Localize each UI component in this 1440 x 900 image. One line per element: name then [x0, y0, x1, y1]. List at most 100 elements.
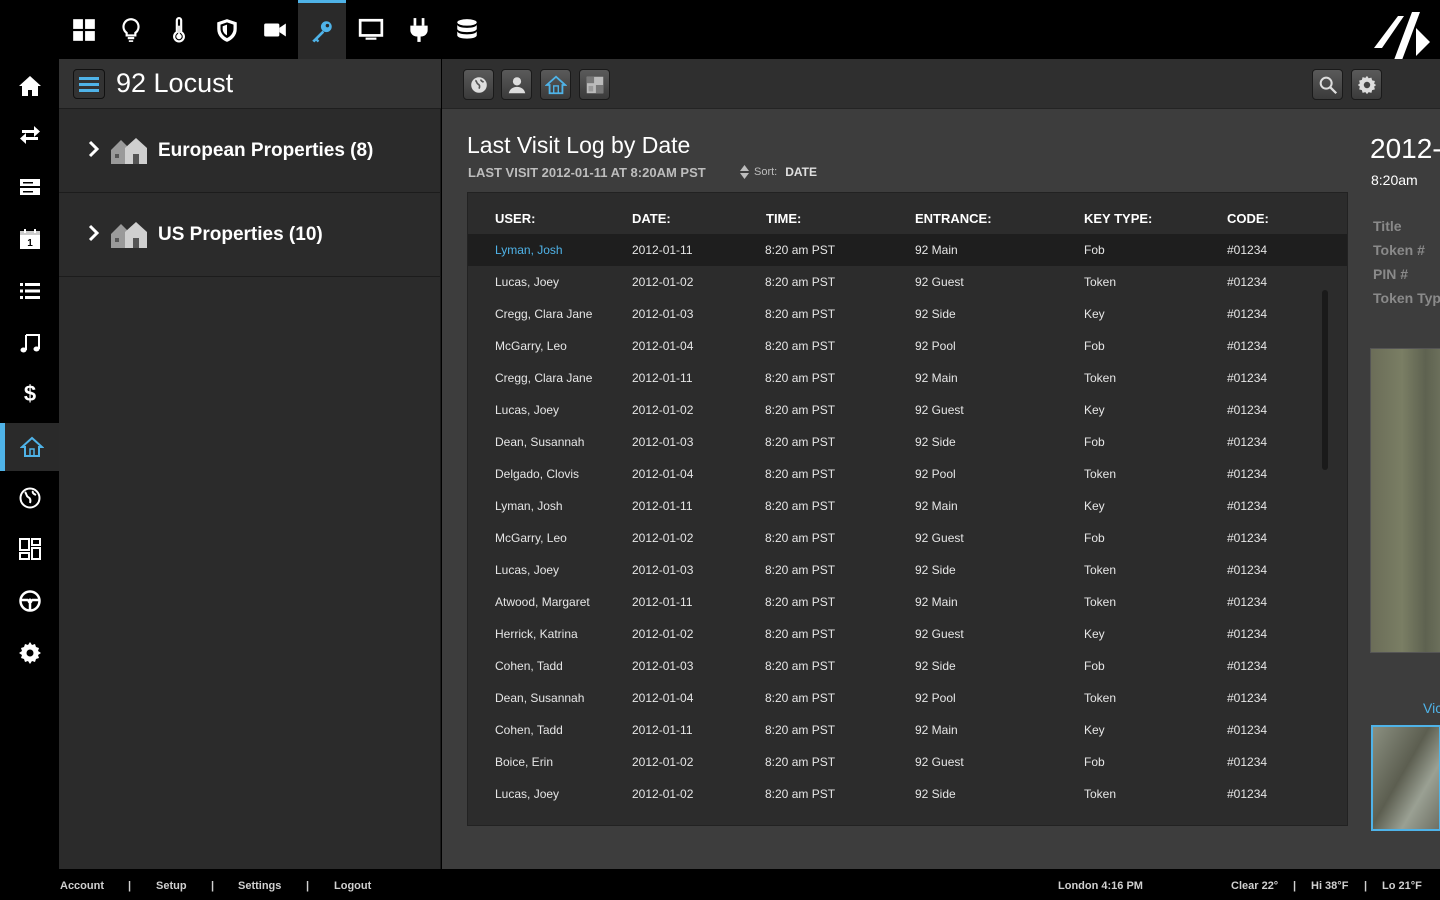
dashboard-icon[interactable] [60, 0, 108, 59]
list-icon[interactable] [0, 267, 59, 315]
sort-value[interactable]: DATE [785, 165, 817, 179]
table-row[interactable]: Boice, Erin 2012-01-02 8:20 am PST 92 Guest… [468, 746, 1347, 778]
cell-user[interactable]: Herrick, Katrina [495, 627, 578, 641]
footer-separator: | [128, 880, 132, 892]
table-row[interactable]: McGarry, Leo 2012-01-02 8:20 am PST 92 Gues… [468, 522, 1347, 554]
cell-code: #01234 [1227, 499, 1268, 513]
search-button[interactable] [1312, 69, 1343, 100]
monitor-icon[interactable] [347, 0, 395, 59]
table-row[interactable]: Lucas, Joey 2012-01-03 8:20 am PST 92 Side T… [468, 554, 1347, 586]
cell-user[interactable]: Lucas, Joey [495, 563, 559, 577]
widgets-icon[interactable] [0, 525, 59, 573]
cell-user[interactable]: Lucas, Joey [495, 403, 559, 417]
footer-link-logout[interactable]: Logout [334, 880, 371, 892]
column-header-key-type[interactable]: KEY TYPE: [1084, 211, 1152, 226]
photo-thumbnail[interactable] [1371, 725, 1440, 831]
cell-time: 8:20 am PST [765, 243, 836, 257]
cell-entrance: 92 Side [915, 659, 956, 673]
cell-entrance: 92 Main [915, 499, 958, 513]
settings-button[interactable] [1351, 69, 1382, 100]
calendar-icon[interactable]: 1 [0, 215, 59, 263]
cell-entrance: 92 Pool [915, 467, 956, 481]
table-row[interactable]: Delgado, Clovis 2012-01-04 8:20 am PST 92 P… [468, 458, 1347, 490]
houses-icon [111, 222, 147, 248]
globe-icon[interactable] [0, 474, 59, 522]
cell-user[interactable]: Cohen, Tadd [495, 659, 563, 673]
cell-user[interactable]: Lucas, Joey [495, 787, 559, 801]
table-row[interactable]: Lyman, Josh 2012-01-11 8:20 am PST 92 Main K… [468, 490, 1347, 522]
globe-button[interactable] [463, 69, 494, 100]
cell-user[interactable]: Cregg, Clara Jane [495, 371, 592, 385]
table-row[interactable]: Lyman, Josh 2012-01-11 8:20 am PST 92 Main F… [468, 234, 1347, 266]
steering-wheel-icon[interactable] [0, 577, 59, 625]
cell-user[interactable]: Atwood, Margaret [495, 595, 590, 609]
sort-arrows-icon [740, 165, 749, 179]
home-button[interactable] [540, 69, 571, 100]
database-icon[interactable] [443, 0, 491, 59]
table-row[interactable]: Cohen, Tadd 2012-01-11 8:20 am PST 92 Main K… [468, 714, 1347, 746]
cell-user[interactable]: Dean, Susannah [495, 691, 584, 705]
home-icon[interactable] [0, 62, 59, 110]
footer-link-account[interactable]: Account [60, 880, 104, 892]
cell-entrance: 92 Side [915, 563, 956, 577]
cell-user[interactable]: Lucas, Joey [495, 275, 559, 289]
column-header-code[interactable]: CODE: [1227, 211, 1269, 226]
footer-link-setup[interactable]: Setup [156, 880, 187, 892]
cell-key-type: Key [1084, 723, 1105, 737]
music-icon[interactable] [0, 319, 59, 367]
chevron-right-icon[interactable] [87, 139, 101, 159]
table-row[interactable]: McGarry, Leo 2012-01-04 8:20 am PST 92 Pool… [468, 330, 1347, 362]
table-row[interactable]: Atwood, Margaret 2012-01-11 8:20 am PST 92 … [468, 586, 1347, 618]
table-row[interactable]: Cregg, Clara Jane 2012-01-03 8:20 am PST 92… [468, 298, 1347, 330]
cell-user[interactable]: Delgado, Clovis [495, 467, 579, 481]
lightbulb-icon[interactable] [107, 0, 155, 59]
shield-icon[interactable] [203, 0, 251, 59]
table-row[interactable]: Cohen, Tadd 2012-01-03 8:20 am PST 92 Side F… [468, 650, 1347, 682]
cell-user[interactable]: McGarry, Leo [495, 339, 567, 353]
cell-user[interactable]: Lyman, Josh [495, 499, 563, 513]
plug-icon[interactable] [395, 0, 443, 59]
property-group-label: US Properties (10) [158, 224, 323, 245]
table-row[interactable]: Lucas, Joey 2012-01-02 8:20 am PST 92 Guest… [468, 266, 1347, 298]
house-outline-icon[interactable] [0, 423, 59, 471]
chevron-right-icon[interactable] [87, 223, 101, 243]
menu-button[interactable] [73, 69, 105, 99]
cell-user[interactable]: Cohen, Tadd [495, 723, 563, 737]
visitor-photo [1370, 348, 1440, 653]
cell-code: #01234 [1227, 563, 1268, 577]
view-link[interactable]: Vic [1423, 700, 1440, 716]
sort-control[interactable]: Sort: DATE [740, 165, 817, 179]
cell-entrance: 92 Guest [915, 403, 964, 417]
table-scrollbar[interactable] [1322, 290, 1328, 470]
property-group-european[interactable]: European Properties (8) [59, 109, 441, 193]
cell-date: 2012-01-02 [632, 403, 694, 417]
cell-user[interactable]: McGarry, Leo [495, 531, 567, 545]
gear-icon[interactable] [0, 629, 59, 677]
floorplan-button[interactable] [579, 69, 610, 100]
footer-link-settings[interactable]: Settings [238, 880, 281, 892]
cell-user[interactable]: Cregg, Clara Jane [495, 307, 592, 321]
table-row[interactable]: Dean, Susannah 2012-01-03 8:20 am PST 92 Si… [468, 426, 1347, 458]
video-camera-icon[interactable] [251, 0, 299, 59]
key-icon[interactable] [298, 0, 346, 59]
server-icon[interactable] [0, 163, 59, 211]
thermometer-icon[interactable] [155, 0, 203, 59]
cell-user[interactable]: Lyman, Josh [495, 243, 563, 257]
app-window: 1 $ 92 Locust European Properties (8) US… [0, 0, 1440, 900]
column-header-time[interactable]: TIME: [766, 211, 801, 226]
table-row[interactable]: Lucas, Joey 2012-01-02 8:20 am PST 92 Side T… [468, 778, 1347, 810]
column-header-date[interactable]: DATE: [632, 211, 671, 226]
property-group-us[interactable]: US Properties (10) [59, 193, 441, 277]
column-header-user[interactable]: USER: [495, 211, 535, 226]
cell-code: #01234 [1227, 307, 1268, 321]
cell-user[interactable]: Dean, Susannah [495, 435, 584, 449]
table-row[interactable]: Cregg, Clara Jane 2012-01-11 8:20 am PST 92… [468, 362, 1347, 394]
dollar-icon[interactable]: $ [0, 369, 59, 417]
user-button[interactable] [501, 69, 532, 100]
table-row[interactable]: Dean, Susannah 2012-01-04 8:20 am PST 92 Po… [468, 682, 1347, 714]
cell-user[interactable]: Boice, Erin [495, 755, 553, 769]
table-row[interactable]: Lucas, Joey 2012-01-02 8:20 am PST 92 Guest… [468, 394, 1347, 426]
table-row[interactable]: Herrick, Katrina 2012-01-02 8:20 am PST 92 … [468, 618, 1347, 650]
transfer-icon[interactable] [0, 111, 59, 159]
column-header-entrance[interactable]: ENTRANCE: [915, 211, 992, 226]
